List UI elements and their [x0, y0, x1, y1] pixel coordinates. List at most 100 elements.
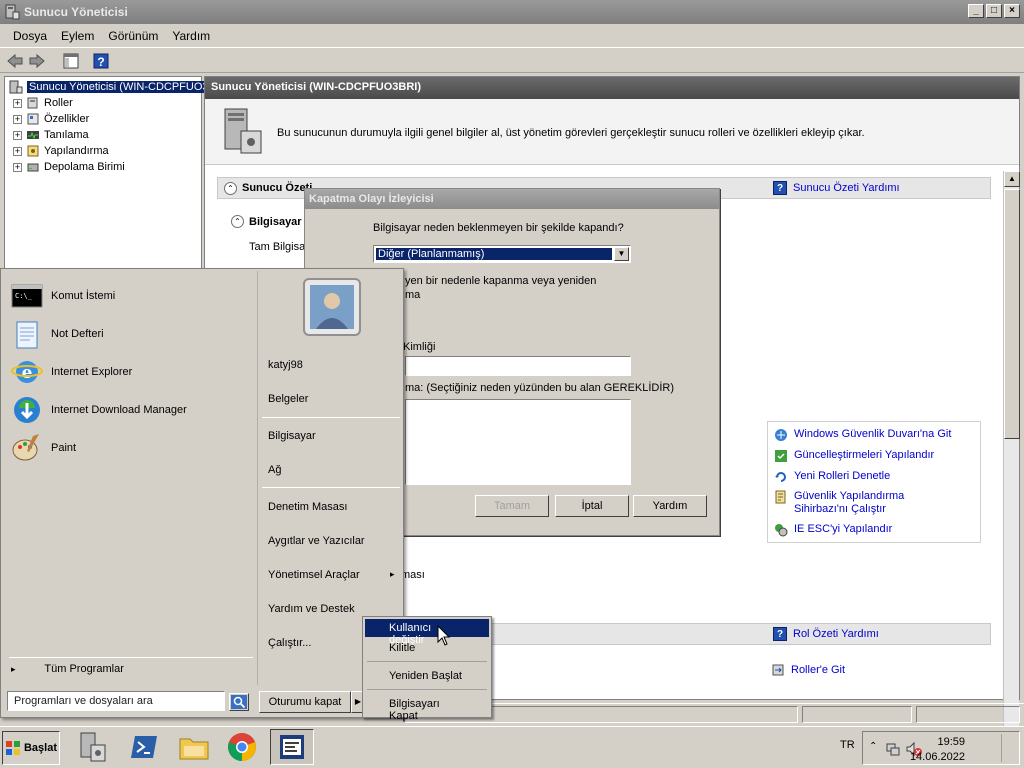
roles-icon: [27, 97, 38, 109]
tree-item-depolama[interactable]: + Depolama Birimi: [13, 159, 125, 175]
places-computer[interactable]: Bilgisayar: [268, 430, 316, 442]
menu-gorunum[interactable]: Görünüm: [101, 29, 165, 43]
minimize-button[interactable]: _: [968, 4, 984, 18]
close-button[interactable]: ×: [1004, 4, 1020, 18]
maximize-button[interactable]: □: [986, 4, 1002, 18]
comment-textarea[interactable]: [405, 399, 631, 485]
scroll-thumb[interactable]: [1004, 189, 1020, 439]
lock-item[interactable]: Kilitle: [365, 639, 489, 657]
places-help-support[interactable]: Yardım ve Destek: [268, 603, 355, 615]
program-ie[interactable]: e Internet Explorer: [11, 355, 132, 389]
taskbar-chrome[interactable]: [220, 729, 264, 765]
reason-description-line2: ma: [405, 289, 421, 301]
taskbar-server-manager[interactable]: [70, 729, 114, 765]
show-hide-console-tree-icon[interactable]: [62, 52, 80, 70]
user-avatar[interactable]: [302, 277, 362, 337]
expand-icon[interactable]: +: [13, 162, 22, 172]
logoff-button[interactable]: Oturumu kapat: [259, 691, 351, 713]
collapse-icon[interactable]: ⌃: [231, 215, 244, 228]
divider: [262, 417, 400, 418]
task-ie-esc[interactable]: IE ESC'yi Yapılandır: [774, 523, 892, 537]
places-admin-tools[interactable]: Yönetimsel Araçlar: [268, 569, 360, 581]
show-hidden-icons-icon[interactable]: ⌃: [869, 741, 877, 752]
scroll-up-arrow-icon[interactable]: ▲: [1004, 171, 1020, 187]
program-paint[interactable]: Paint: [11, 431, 76, 465]
clock-date: 14.06.2022: [909, 751, 965, 763]
tree-item-yapilandirma[interactable]: + Yapılandırma: [13, 143, 109, 159]
show-desktop-button[interactable]: [1001, 734, 1017, 762]
restart-item[interactable]: Yeniden Başlat: [365, 667, 489, 685]
places-network[interactable]: Ağ: [268, 464, 281, 476]
taskbar-explorer[interactable]: [172, 729, 216, 765]
help-icon: ?: [773, 181, 787, 195]
menu-dosya[interactable]: Dosya: [6, 29, 54, 43]
input-language-indicator[interactable]: TR: [840, 739, 855, 751]
role-summary-help-link[interactable]: ? Rol Özeti Yardımı: [773, 627, 879, 641]
mouse-cursor-icon: [437, 625, 451, 646]
tree-item-tanilama[interactable]: + Tanılama: [13, 127, 89, 143]
menu-yardim[interactable]: Yardım: [165, 29, 217, 43]
task-updates[interactable]: Güncelleştirmeleri Yapılandır: [774, 449, 934, 463]
tree-item-ozellikler[interactable]: + Özellikler: [13, 111, 89, 127]
start-search-input[interactable]: Programları ve dosyaları ara: [7, 691, 225, 711]
start-button[interactable]: Başlat: [2, 731, 60, 765]
tree-root[interactable]: Sunucu Yöneticisi (WIN-CDCPFUO3: [9, 79, 211, 95]
user-name[interactable]: katyj98: [268, 359, 303, 371]
places-devices-printers[interactable]: Aygıtlar ve Yazıcılar: [268, 535, 365, 547]
server-manager-large-icon: [224, 108, 262, 154]
expand-icon[interactable]: +: [13, 114, 22, 124]
task-firewall[interactable]: Windows Güvenlik Duvarı'na Git: [774, 428, 951, 442]
right-arrow-icon: ▸: [11, 664, 16, 674]
help-icon[interactable]: ?: [92, 52, 110, 70]
chrome-icon: [228, 733, 256, 761]
switch-user-item[interactable]: Kullanıcı değiştir: [365, 619, 489, 646]
start-label: Başlat: [23, 742, 58, 754]
divider: [367, 689, 487, 690]
program-idm[interactable]: Internet Download Manager: [11, 393, 187, 427]
task-security-wizard[interactable]: Güvenlik Yapılandırma Sihirbazı'nı Çalış…: [774, 490, 954, 516]
status-cell: [916, 706, 1020, 723]
expand-icon[interactable]: +: [13, 98, 22, 108]
windows-logo-icon: [5, 741, 20, 755]
program-notepad[interactable]: Not Defteri: [11, 317, 104, 351]
places-documents[interactable]: Belgeler: [268, 393, 308, 405]
reason-selected: Diğer (Planlanmamış): [376, 248, 612, 260]
window-titlebar[interactable]: Sunucu Yöneticisi _ □ ×: [0, 0, 1024, 24]
ok-button[interactable]: Tamam: [475, 495, 549, 517]
collapse-icon[interactable]: ⌃: [224, 182, 237, 195]
all-programs[interactable]: ▸ Tüm Programlar: [11, 663, 255, 675]
forward-arrow-icon[interactable]: [28, 52, 46, 70]
problem-id-input[interactable]: [405, 356, 631, 376]
back-arrow-icon[interactable]: [6, 52, 24, 70]
shutdown-item[interactable]: Bilgisayarı Kapat: [365, 695, 489, 722]
places-control-panel[interactable]: Denetim Masası: [268, 501, 347, 513]
server-summary-help-link[interactable]: ? Sunucu Özeti Yardımı: [773, 181, 900, 195]
program-cmd[interactable]: C:\_ Komut İstemi: [11, 279, 115, 313]
taskbar-shutdown-tracker[interactable]: [270, 729, 314, 765]
network-icon[interactable]: [885, 741, 901, 757]
role-summary-help-label: Rol Özeti Yardımı: [793, 628, 879, 640]
expand-icon[interactable]: +: [13, 146, 22, 156]
dialog-title[interactable]: Kapatma Olayı İzleyicisi: [305, 189, 719, 209]
computer-subsection-header[interactable]: ⌃ Bilgisayar: [231, 215, 302, 228]
status-cell: [802, 706, 912, 723]
tree-item-roller[interactable]: + Roller: [13, 95, 73, 111]
details-scrollbar[interactable]: ▲ ▼: [1003, 171, 1020, 768]
refresh-icon: [775, 472, 786, 482]
places-run[interactable]: Çalıştır...: [268, 637, 311, 649]
chevron-down-icon[interactable]: ▼: [614, 247, 629, 261]
reason-dropdown[interactable]: Diğer (Planlanmamış) ▼: [373, 245, 631, 263]
expand-icon[interactable]: +: [13, 130, 22, 140]
help-button[interactable]: Yardım: [633, 495, 707, 517]
menu-eylem[interactable]: Eylem: [54, 29, 101, 43]
taskbar: Başlat TR ⌃ 19:59 14.06.2022: [0, 726, 1024, 768]
clock-time: 19:59: [937, 736, 965, 748]
cancel-button[interactable]: İptal: [555, 495, 629, 517]
task-new-roles[interactable]: Yeni Rolleri Denetle: [774, 470, 890, 484]
problem-id-label: Kimliği: [403, 341, 436, 353]
server-icon: [9, 80, 23, 94]
goto-roles-link[interactable]: Roller'e Git: [771, 663, 845, 677]
taskbar-powershell[interactable]: [122, 729, 166, 765]
search-button[interactable]: [229, 693, 249, 711]
tree-item-label: Tanılama: [44, 129, 89, 141]
